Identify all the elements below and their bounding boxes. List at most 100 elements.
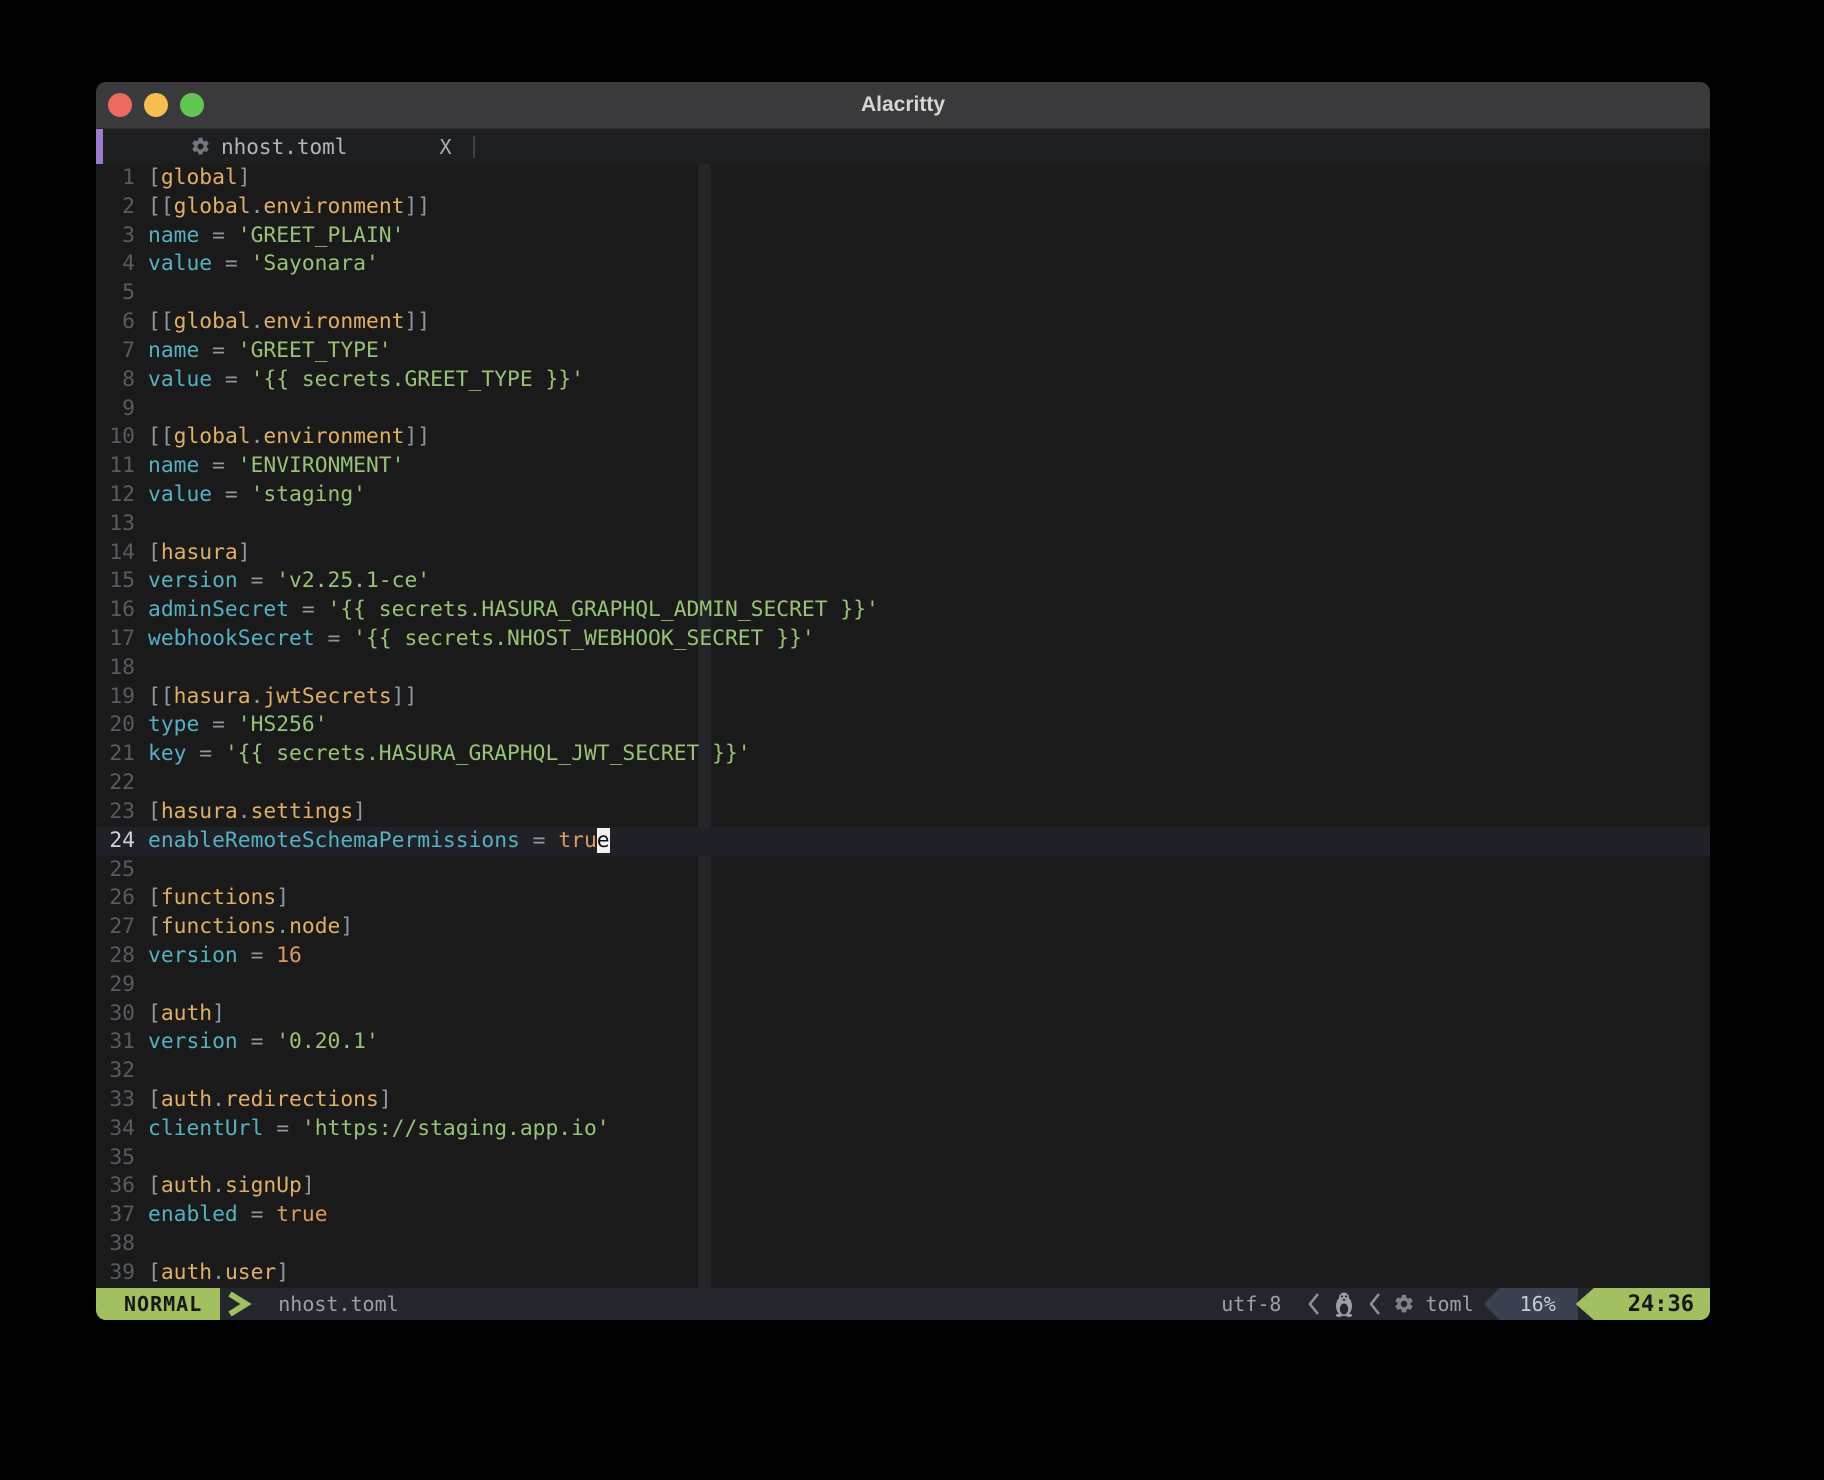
code-text	[135, 769, 148, 798]
code-line-38[interactable]: 38	[96, 1230, 1710, 1259]
code-text: [auth.user]	[135, 1259, 289, 1288]
traffic-lights	[108, 82, 204, 128]
line-number: 29	[96, 971, 135, 1000]
status-bar: NORMAL nhost.toml utf-8	[96, 1288, 1710, 1320]
code-text	[135, 856, 148, 885]
code-line-9[interactable]: 9	[96, 395, 1710, 424]
line-number: 12	[96, 481, 135, 510]
code-text: [[global.environment]]	[135, 193, 430, 222]
code-line-6[interactable]: 6[[global.environment]]	[96, 308, 1710, 337]
code-line-1[interactable]: 1[global]	[96, 164, 1710, 193]
code-text: [[hasura.jwtSecrets]]	[135, 683, 417, 712]
code-text: [auth.redirections]	[135, 1086, 392, 1115]
line-number: 30	[96, 1000, 135, 1029]
code-line-25[interactable]: 25	[96, 856, 1710, 885]
line-number: 33	[96, 1086, 135, 1115]
line-number: 13	[96, 510, 135, 539]
code-line-5[interactable]: 5	[96, 279, 1710, 308]
code-line-20[interactable]: 20type = 'HS256'	[96, 711, 1710, 740]
code-line-22[interactable]: 22	[96, 769, 1710, 798]
code-text: name = 'GREET_TYPE'	[135, 337, 392, 366]
line-number: 11	[96, 452, 135, 481]
code-line-31[interactable]: 31version = '0.20.1'	[96, 1028, 1710, 1057]
code-line-35[interactable]: 35	[96, 1144, 1710, 1173]
code-line-12[interactable]: 12value = 'staging'	[96, 481, 1710, 510]
code-line-10[interactable]: 10[[global.environment]]	[96, 423, 1710, 452]
alacritty-window: Alacritty nhost.toml X | 1[global]2[[glo…	[96, 82, 1710, 1320]
code-line-3[interactable]: 3name = 'GREET_PLAIN'	[96, 222, 1710, 251]
code-line-27[interactable]: 27[functions.node]	[96, 913, 1710, 942]
line-number: 32	[96, 1057, 135, 1086]
window-title: Alacritty	[96, 93, 1710, 117]
line-number: 14	[96, 539, 135, 568]
code-line-39[interactable]: 39[auth.user]	[96, 1259, 1710, 1288]
code-text	[135, 1230, 148, 1259]
code-text	[135, 654, 148, 683]
vim-mode-badge: NORMAL	[96, 1288, 220, 1320]
line-number: 16	[96, 596, 135, 625]
code-line-23[interactable]: 23[hasura.settings]	[96, 798, 1710, 827]
code-line-37[interactable]: 37enabled = true	[96, 1201, 1710, 1230]
code-line-33[interactable]: 33[auth.redirections]	[96, 1086, 1710, 1115]
line-number: 27	[96, 913, 135, 942]
code-line-30[interactable]: 30[auth]	[96, 1000, 1710, 1029]
code-line-2[interactable]: 2[[global.environment]]	[96, 193, 1710, 222]
zoom-window-button[interactable]	[180, 93, 204, 117]
code-text: value = 'Sayonara'	[135, 250, 379, 279]
tab-nhost-toml[interactable]: nhost.toml X |	[190, 134, 481, 159]
line-number: 24	[96, 827, 135, 856]
code-line-28[interactable]: 28version = 16	[96, 942, 1710, 971]
code-line-36[interactable]: 36[auth.signUp]	[96, 1172, 1710, 1201]
code-line-14[interactable]: 14[hasura]	[96, 539, 1710, 568]
title-bar[interactable]: Alacritty	[96, 82, 1710, 129]
close-window-button[interactable]	[108, 93, 132, 117]
line-number: 22	[96, 769, 135, 798]
minimize-window-button[interactable]	[144, 93, 168, 117]
code-line-21[interactable]: 21key = '{{ secrets.HASURA_GRAPHQL_JWT_S…	[96, 740, 1710, 769]
code-line-24[interactable]: 24enableRemoteSchemaPermissions = true	[96, 827, 1710, 856]
code-text: type = 'HS256'	[135, 711, 328, 740]
tabline: nhost.toml X |	[96, 129, 1710, 164]
toml-file-icon	[190, 136, 211, 157]
code-line-18[interactable]: 18	[96, 654, 1710, 683]
line-number: 5	[96, 279, 135, 308]
line-number: 23	[96, 798, 135, 827]
code-line-29[interactable]: 29	[96, 971, 1710, 1000]
code-text	[135, 1057, 148, 1086]
code-line-7[interactable]: 7name = 'GREET_TYPE'	[96, 337, 1710, 366]
code-text: [functions]	[135, 884, 289, 913]
code-line-4[interactable]: 4value = 'Sayonara'	[96, 250, 1710, 279]
code-text: name = 'ENVIRONMENT'	[135, 452, 404, 481]
statusbar-right: utf-8	[1221, 1288, 1710, 1320]
line-number: 35	[96, 1144, 135, 1173]
tab-accent-bar	[96, 129, 103, 164]
chevron-left-icon	[1307, 1288, 1320, 1320]
code-text: value = '{{ secrets.GREET_TYPE }}'	[135, 366, 584, 395]
code-line-34[interactable]: 34clientUrl = 'https://staging.app.io'	[96, 1115, 1710, 1144]
line-number: 34	[96, 1115, 135, 1144]
cursor-position-badge: 24:36	[1576, 1288, 1710, 1320]
code-line-32[interactable]: 32	[96, 1057, 1710, 1086]
line-number: 18	[96, 654, 135, 683]
code-line-26[interactable]: 26[functions]	[96, 884, 1710, 913]
code-text: [hasura]	[135, 539, 251, 568]
tab-close-button[interactable]: X	[439, 135, 451, 159]
line-number: 28	[96, 942, 135, 971]
code-line-15[interactable]: 15version = 'v2.25.1-ce'	[96, 567, 1710, 596]
line-number: 37	[96, 1201, 135, 1230]
filetype-gear-icon	[1393, 1288, 1425, 1320]
code-text	[135, 510, 148, 539]
code-line-17[interactable]: 17webhookSecret = '{{ secrets.NHOST_WEBH…	[96, 625, 1710, 654]
line-number: 3	[96, 222, 135, 251]
code-text: enabled = true	[135, 1201, 328, 1230]
code-text: adminSecret = '{{ secrets.HASURA_GRAPHQL…	[135, 596, 879, 625]
scroll-progress-badge: 16%	[1484, 1288, 1578, 1320]
editor-buffer[interactable]: 1[global]2[[global.environment]]3name = …	[96, 164, 1710, 1288]
encoding-label: utf-8	[1221, 1288, 1281, 1320]
code-line-19[interactable]: 19[[hasura.jwtSecrets]]	[96, 683, 1710, 712]
code-line-16[interactable]: 16adminSecret = '{{ secrets.HASURA_GRAPH…	[96, 596, 1710, 625]
code-line-11[interactable]: 11name = 'ENVIRONMENT'	[96, 452, 1710, 481]
code-line-8[interactable]: 8value = '{{ secrets.GREET_TYPE }}'	[96, 366, 1710, 395]
line-number: 8	[96, 366, 135, 395]
code-line-13[interactable]: 13	[96, 510, 1710, 539]
